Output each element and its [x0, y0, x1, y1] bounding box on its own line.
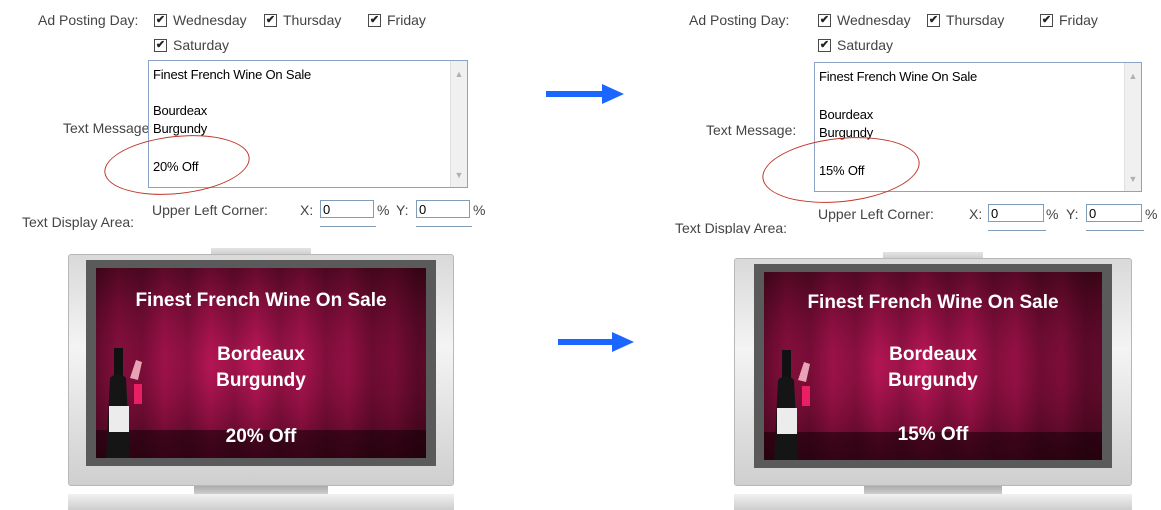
- highlight-circle: [759, 129, 923, 211]
- y-input[interactable]: [416, 200, 470, 218]
- upper-left-corner-label: Upper Left Corner:: [818, 206, 934, 222]
- ad-screen: Finest French Wine On Sale Bordeaux Burg…: [96, 268, 426, 458]
- monitor-base: [68, 494, 454, 510]
- screen-title: Finest French Wine On Sale: [807, 292, 1059, 313]
- x-input[interactable]: [320, 200, 374, 218]
- width-input-edge: [320, 226, 376, 232]
- text-message-label: Text Message:: [706, 122, 797, 138]
- checkbox-label: Thursday: [946, 12, 1005, 28]
- left-monitor: Finest French Wine On Sale Bordeaux Burg…: [68, 248, 454, 510]
- height-input-edge: [416, 226, 472, 232]
- scroll-up-icon[interactable]: ▲: [451, 65, 467, 82]
- checkbox-friday[interactable]: ✔ Friday: [368, 12, 426, 28]
- checkbox-thursday[interactable]: ✔ Thursday: [264, 12, 341, 28]
- check-icon: ✔: [154, 38, 167, 52]
- scroll-down-icon[interactable]: ▼: [451, 166, 467, 183]
- checkbox-label: Wednesday: [837, 12, 911, 28]
- upper-left-corner-label: Upper Left Corner:: [152, 202, 268, 218]
- message-line: Finest French Wine On Sale: [819, 69, 978, 84]
- check-icon: ✔: [264, 13, 277, 27]
- message-line: Burgundy: [153, 121, 208, 136]
- arrow-right-icon: [558, 332, 634, 352]
- checkbox-label: Friday: [387, 12, 426, 28]
- ad-posting-day-label: Ad Posting Day:: [689, 12, 790, 28]
- checkbox-label: Thursday: [283, 12, 342, 28]
- text-display-area-label: Text Display Area:: [22, 214, 135, 230]
- ad-screen: Finest French Wine On Sale Bordeaux Burg…: [764, 272, 1102, 460]
- y-input[interactable]: [1086, 204, 1142, 222]
- y-label: Y:: [396, 202, 409, 218]
- y-percent-label: %: [1145, 206, 1158, 222]
- right-monitor: Finest French Wine On Sale Bordeaux Burg…: [734, 252, 1132, 510]
- checkbox-wednesday[interactable]: ✔ Wednesday: [154, 12, 247, 28]
- screen-line-1: Bordeaux: [889, 344, 977, 365]
- checkbox-label: Friday: [1059, 12, 1098, 28]
- text-display-area-label: Text Display Area:: [675, 220, 788, 234]
- height-input-edge: [1086, 230, 1144, 234]
- message-line: Finest French Wine On Sale: [153, 67, 312, 82]
- check-icon: ✔: [818, 13, 831, 27]
- y-label: Y:: [1066, 206, 1079, 222]
- check-icon: ✔: [1040, 13, 1053, 27]
- x-percent-label: %: [377, 202, 390, 218]
- screen-offer: 20% Off: [225, 426, 297, 447]
- textarea-scrollbar[interactable]: ▲ ▼: [450, 61, 467, 187]
- highlight-circle: [101, 128, 253, 202]
- check-icon: ✔: [154, 13, 167, 27]
- check-icon: ✔: [818, 38, 831, 52]
- checkbox-saturday[interactable]: ✔ Saturday: [818, 37, 893, 53]
- scroll-down-icon[interactable]: ▼: [1125, 170, 1141, 187]
- screen-line-2: Burgundy: [216, 370, 306, 391]
- checkbox-thursday[interactable]: ✔ Thursday: [927, 12, 1004, 28]
- text-message-label: Text Message:: [63, 120, 154, 136]
- arrow-right-icon: [546, 84, 624, 104]
- width-input-edge: [988, 230, 1046, 234]
- y-percent-label: %: [473, 202, 486, 218]
- checkbox-label: Wednesday: [173, 12, 247, 28]
- monitor-base: [734, 494, 1132, 510]
- scroll-up-icon[interactable]: ▲: [1125, 67, 1141, 84]
- checkbox-label: Saturday: [173, 37, 230, 53]
- check-icon: ✔: [368, 13, 381, 27]
- checkbox-wednesday[interactable]: ✔ Wednesday: [818, 12, 911, 28]
- message-line: Bourdeax: [153, 103, 208, 118]
- checkbox-label: Saturday: [837, 37, 894, 53]
- ad-posting-day-label: Ad Posting Day:: [38, 12, 139, 28]
- screen-title: Finest French Wine On Sale: [135, 290, 387, 311]
- screen-offer: 15% Off: [897, 424, 969, 445]
- screen-line-2: Burgundy: [888, 370, 978, 391]
- textarea-scrollbar[interactable]: ▲ ▼: [1124, 63, 1141, 191]
- screen-line-1: Bordeaux: [217, 344, 305, 365]
- check-icon: ✔: [927, 13, 940, 27]
- x-label: X:: [969, 206, 983, 222]
- x-input[interactable]: [988, 204, 1044, 222]
- x-percent-label: %: [1046, 206, 1059, 222]
- x-label: X:: [300, 202, 314, 218]
- checkbox-friday[interactable]: ✔ Friday: [1040, 12, 1098, 28]
- message-line: Bourdeax: [819, 107, 874, 122]
- checkbox-saturday[interactable]: ✔ Saturday: [154, 37, 229, 53]
